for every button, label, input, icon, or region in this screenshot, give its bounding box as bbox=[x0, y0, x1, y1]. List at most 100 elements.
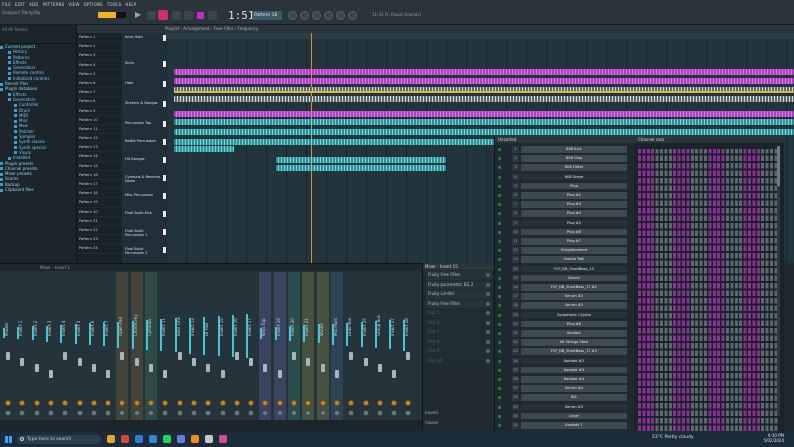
discord-icon[interactable] bbox=[177, 435, 185, 443]
record-button[interactable] bbox=[158, 10, 168, 20]
news-panel[interactable]: 11:43 FL Cloud (Sounds) bbox=[372, 12, 421, 17]
channel-name-button[interactable]: Kontakt #3 bbox=[521, 366, 627, 374]
channel-mixer-track[interactable]: 28 bbox=[512, 394, 519, 401]
channel-name-button[interactable]: Enlightenment bbox=[521, 247, 627, 254]
channel-mute-led[interactable] bbox=[498, 221, 501, 225]
volume-fader[interactable] bbox=[349, 352, 354, 360]
browser-icon[interactable] bbox=[336, 11, 345, 20]
magnet-icon[interactable] bbox=[197, 12, 204, 19]
mixer-strip[interactable]: Master bbox=[2, 272, 14, 422]
mixer-strip[interactable]: Bass Line bbox=[174, 272, 186, 422]
slot-mix-knob[interactable] bbox=[486, 358, 490, 363]
effect-slot[interactable]: Slot 10 bbox=[425, 356, 492, 365]
pan-knob[interactable] bbox=[76, 400, 83, 406]
channel-mute-led[interactable] bbox=[498, 175, 501, 179]
mixer-strip[interactable]: Insert 16 bbox=[231, 272, 243, 422]
mixer-strip[interactable]: Insert 2 bbox=[31, 272, 43, 422]
pattern-item[interactable]: Pattern 14 bbox=[77, 152, 122, 162]
channel-mute-led[interactable] bbox=[498, 166, 501, 170]
send-knob[interactable] bbox=[148, 410, 154, 416]
channel-row[interactable]: 8 Pluq #4 bbox=[495, 210, 635, 218]
volume-fader[interactable] bbox=[220, 370, 225, 378]
pan-knob[interactable] bbox=[319, 400, 326, 406]
send-knob[interactable] bbox=[348, 410, 355, 416]
track-header[interactable]: Hats bbox=[122, 81, 162, 85]
send-knob[interactable] bbox=[62, 410, 69, 416]
channel-mixer-track[interactable]: 29 bbox=[512, 403, 519, 411]
channel-mixer-track[interactable]: 6 bbox=[512, 192, 519, 199]
channel-name-button[interactable]: Serum #3 bbox=[521, 302, 627, 309]
mixer-strip[interactable]: Insert 5 bbox=[74, 272, 86, 422]
channel-row[interactable]: 25 Kontakt #3 bbox=[495, 366, 635, 375]
channel-name-button[interactable]: 808 HiHat bbox=[521, 164, 627, 171]
channel-row[interactable]: 9 Pluq #5 bbox=[495, 219, 635, 228]
channel-mute-led[interactable] bbox=[498, 148, 501, 151]
channel-row[interactable]: 4 808 Snare bbox=[495, 173, 635, 182]
menu-item[interactable]: PATTERNS bbox=[43, 2, 65, 7]
send-knob[interactable] bbox=[76, 410, 83, 416]
channel-row[interactable]: 18 Serum #3 bbox=[495, 302, 635, 310]
channel-mute-led[interactable] bbox=[498, 405, 501, 409]
channel-row[interactable]: 30 Layer bbox=[495, 412, 635, 421]
track-header[interactable]: Intro Hats bbox=[122, 35, 162, 39]
channel-name-button[interactable]: IN1 bbox=[521, 394, 627, 401]
volume-fader[interactable] bbox=[48, 370, 53, 378]
pan-knob[interactable] bbox=[190, 400, 197, 406]
playlist-clip[interactable] bbox=[276, 157, 446, 163]
channel-mixer-track[interactable]: 13 bbox=[512, 256, 519, 263]
playlist-clip[interactable] bbox=[174, 96, 794, 102]
slot-mix-knob[interactable] bbox=[486, 311, 490, 315]
send-knob[interactable] bbox=[362, 410, 369, 416]
pan-knob[interactable] bbox=[62, 400, 69, 406]
channel-mixer-track[interactable]: 2 bbox=[512, 155, 519, 162]
mixer-strip[interactable]: Insert 6 bbox=[88, 272, 100, 422]
channel-name-button[interactable]: Kontakt 7 bbox=[521, 422, 627, 429]
send-knob[interactable] bbox=[162, 410, 169, 416]
mixer-strip[interactable]: Dr Pad bbox=[202, 272, 214, 422]
pattern-item[interactable]: Pattern 21 bbox=[77, 217, 122, 226]
channel-name-button[interactable]: Serum bbox=[521, 274, 627, 282]
send-knob[interactable] bbox=[105, 410, 112, 416]
send-target-bottom[interactable]: (none) bbox=[425, 419, 485, 426]
channel-row[interactable]: 6 Pluq #2 bbox=[495, 192, 635, 200]
channel-mixer-track[interactable]: 8 bbox=[512, 210, 519, 217]
pan-knob[interactable] bbox=[405, 400, 412, 406]
channel-name-button[interactable]: Pluq bbox=[521, 182, 627, 190]
send-knob[interactable] bbox=[291, 410, 297, 416]
mixer-strip[interactable]: Insert 3 bbox=[45, 272, 57, 422]
send-knob[interactable] bbox=[176, 410, 183, 416]
browser-filter[interactable]: All All folders bbox=[0, 25, 76, 34]
playhead[interactable] bbox=[311, 33, 312, 263]
channel-mute-led[interactable] bbox=[498, 230, 501, 234]
channel-name-button[interactable]: 808 Clap bbox=[521, 155, 627, 162]
pattern-item[interactable]: Pattern 4 bbox=[77, 61, 122, 70]
step-grid[interactable] bbox=[638, 149, 778, 431]
channel-mixer-track[interactable]: 27 bbox=[512, 385, 519, 392]
channel-mute-led[interactable] bbox=[498, 203, 501, 207]
channel-name-button[interactable]: Pluq #7 bbox=[521, 238, 627, 245]
channel-mute-led[interactable] bbox=[498, 295, 501, 299]
playlist-clip[interactable] bbox=[174, 78, 794, 84]
browser-item[interactable]: Clipboard files bbox=[0, 187, 76, 192]
volume-fader[interactable] bbox=[120, 352, 125, 360]
effect-slot[interactable]: Slot 9 bbox=[425, 347, 492, 356]
channel-mixer-track[interactable]: 16 bbox=[512, 284, 519, 291]
channel-mixer-track[interactable]: 23 bbox=[512, 348, 519, 355]
mixer-strip[interactable]: Insert 27 bbox=[388, 272, 400, 422]
channel-row[interactable]: 5 Pluq bbox=[495, 182, 635, 191]
channel-mixer-track[interactable]: 18 bbox=[512, 302, 519, 309]
mixer-strip[interactable]: Insert 11 bbox=[159, 272, 171, 422]
pattern-item[interactable]: Pattern 11 bbox=[77, 125, 122, 135]
track-header[interactable]: Hit Bongos bbox=[122, 157, 162, 161]
mixer-strip[interactable]: Keys Top bbox=[259, 272, 272, 422]
channel-row[interactable]: 12 Enlightenment bbox=[495, 247, 635, 255]
channel-row[interactable]: 23 FLP_DB_ShortBass_17 #3 bbox=[495, 348, 635, 356]
channel-name-button[interactable]: FLP_DB_ShortBass_13 bbox=[521, 265, 627, 273]
pan-knob[interactable] bbox=[205, 400, 212, 406]
metronome-icon[interactable] bbox=[184, 11, 193, 20]
taskbar-search[interactable]: Type here to search bbox=[17, 434, 101, 444]
send-knob[interactable] bbox=[376, 410, 383, 416]
pattern-item[interactable]: Pattern 19 bbox=[77, 198, 122, 208]
pattern-item[interactable]: Pattern 1 bbox=[77, 33, 122, 43]
send-knob[interactable] bbox=[47, 410, 54, 416]
